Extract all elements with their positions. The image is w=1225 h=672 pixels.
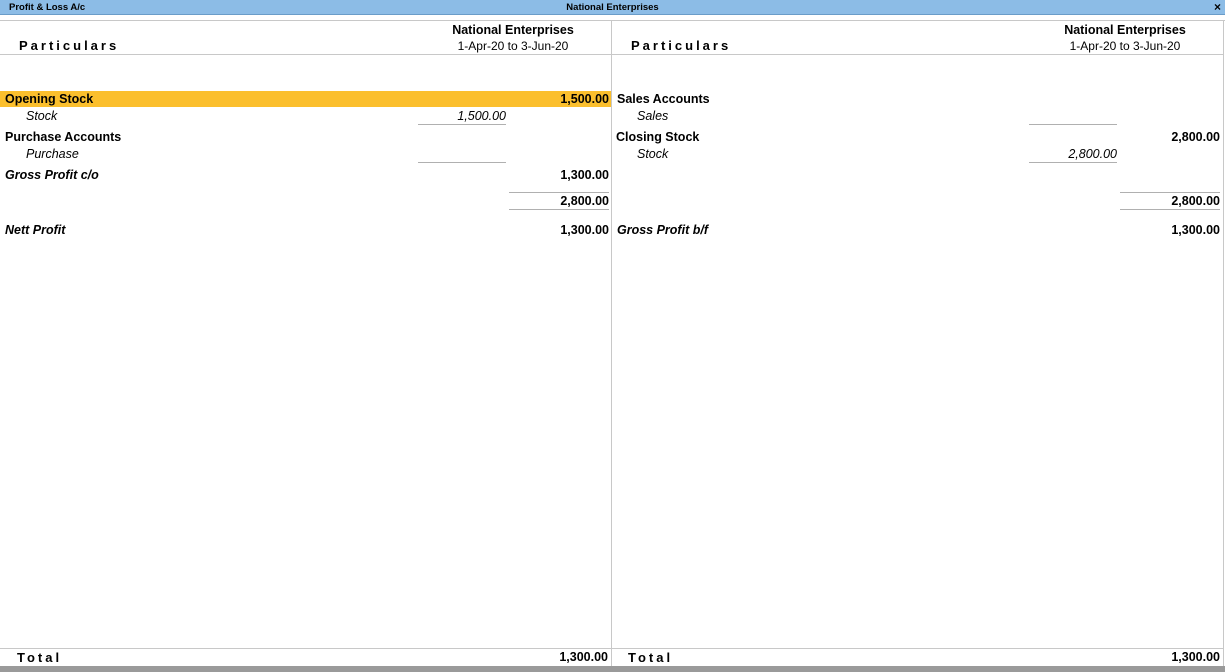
sales-item-label: Sales: [637, 109, 669, 123]
opening-stock-item-label: Stock: [26, 109, 58, 123]
title-bar: Profit & Loss A/c National Enterprises ×: [0, 0, 1225, 15]
right-subtotal-rule: [1120, 192, 1220, 193]
right-header-divider: [612, 54, 1223, 55]
right-subtotal-underline: [1120, 209, 1220, 210]
bottom-scrollbar[interactable]: [0, 666, 1225, 672]
opening-stock-amount: 1,500.00: [560, 92, 609, 106]
left-total-label: Total: [17, 650, 63, 665]
top-divider: [0, 20, 1225, 21]
left-total-divider: [0, 648, 611, 649]
purchase-item-underline: [418, 162, 506, 163]
left-total-amount: 1,300.00: [559, 650, 608, 664]
left-period-header: 1-Apr-20 to 3-Jun-20: [457, 39, 569, 53]
left-subtotal-rule: [509, 192, 609, 193]
nett-profit-amount: 1,300.00: [560, 223, 609, 237]
gross-profit-bf-amount: 1,300.00: [1171, 223, 1220, 237]
right-particulars-header: Particulars: [631, 38, 732, 53]
gross-profit-co-label: Gross Profit c/o: [5, 168, 99, 182]
close-icon[interactable]: ×: [1214, 0, 1221, 14]
right-company-header: National Enterprises: [1064, 23, 1186, 37]
opening-stock-item-amount: 1,500.00: [457, 109, 506, 123]
purchase-item-label: Purchase: [26, 147, 79, 161]
left-subtotal-amount: 2,800.00: [560, 194, 609, 208]
opening-stock-item-underline: [418, 124, 506, 125]
company-title: National Enterprises: [566, 2, 659, 13]
closing-stock-item-label: Stock: [637, 147, 669, 161]
right-total-divider: [612, 648, 1223, 649]
closing-stock-amount: 2,800.00: [1171, 130, 1220, 144]
gross-profit-co-amount: 1,300.00: [560, 168, 609, 182]
center-divider: [611, 20, 612, 666]
report-title: Profit & Loss A/c: [9, 2, 86, 13]
closing-stock-item-underline: [1029, 162, 1117, 163]
gross-profit-bf-label: Gross Profit b/f: [617, 223, 708, 237]
sales-accounts-label: Sales Accounts: [617, 92, 710, 106]
closing-stock-item-amount: 2,800.00: [1068, 147, 1117, 161]
right-subtotal-amount: 2,800.00: [1171, 194, 1220, 208]
right-border: [1223, 20, 1224, 666]
left-particulars-header: Particulars: [19, 38, 120, 53]
purchase-accounts-label: Purchase Accounts: [5, 130, 122, 144]
right-total-amount: 1,300.00: [1171, 650, 1220, 664]
left-subtotal-underline: [509, 209, 609, 210]
right-total-label: Total: [628, 650, 674, 665]
nett-profit-label: Nett Profit: [5, 223, 66, 237]
opening-stock-label: Opening Stock: [5, 92, 94, 106]
sales-item-underline: [1029, 124, 1117, 125]
left-company-header: National Enterprises: [452, 23, 574, 37]
left-header-divider: [0, 54, 611, 55]
right-period-header: 1-Apr-20 to 3-Jun-20: [1069, 39, 1181, 53]
closing-stock-label: Closing Stock: [616, 130, 700, 144]
